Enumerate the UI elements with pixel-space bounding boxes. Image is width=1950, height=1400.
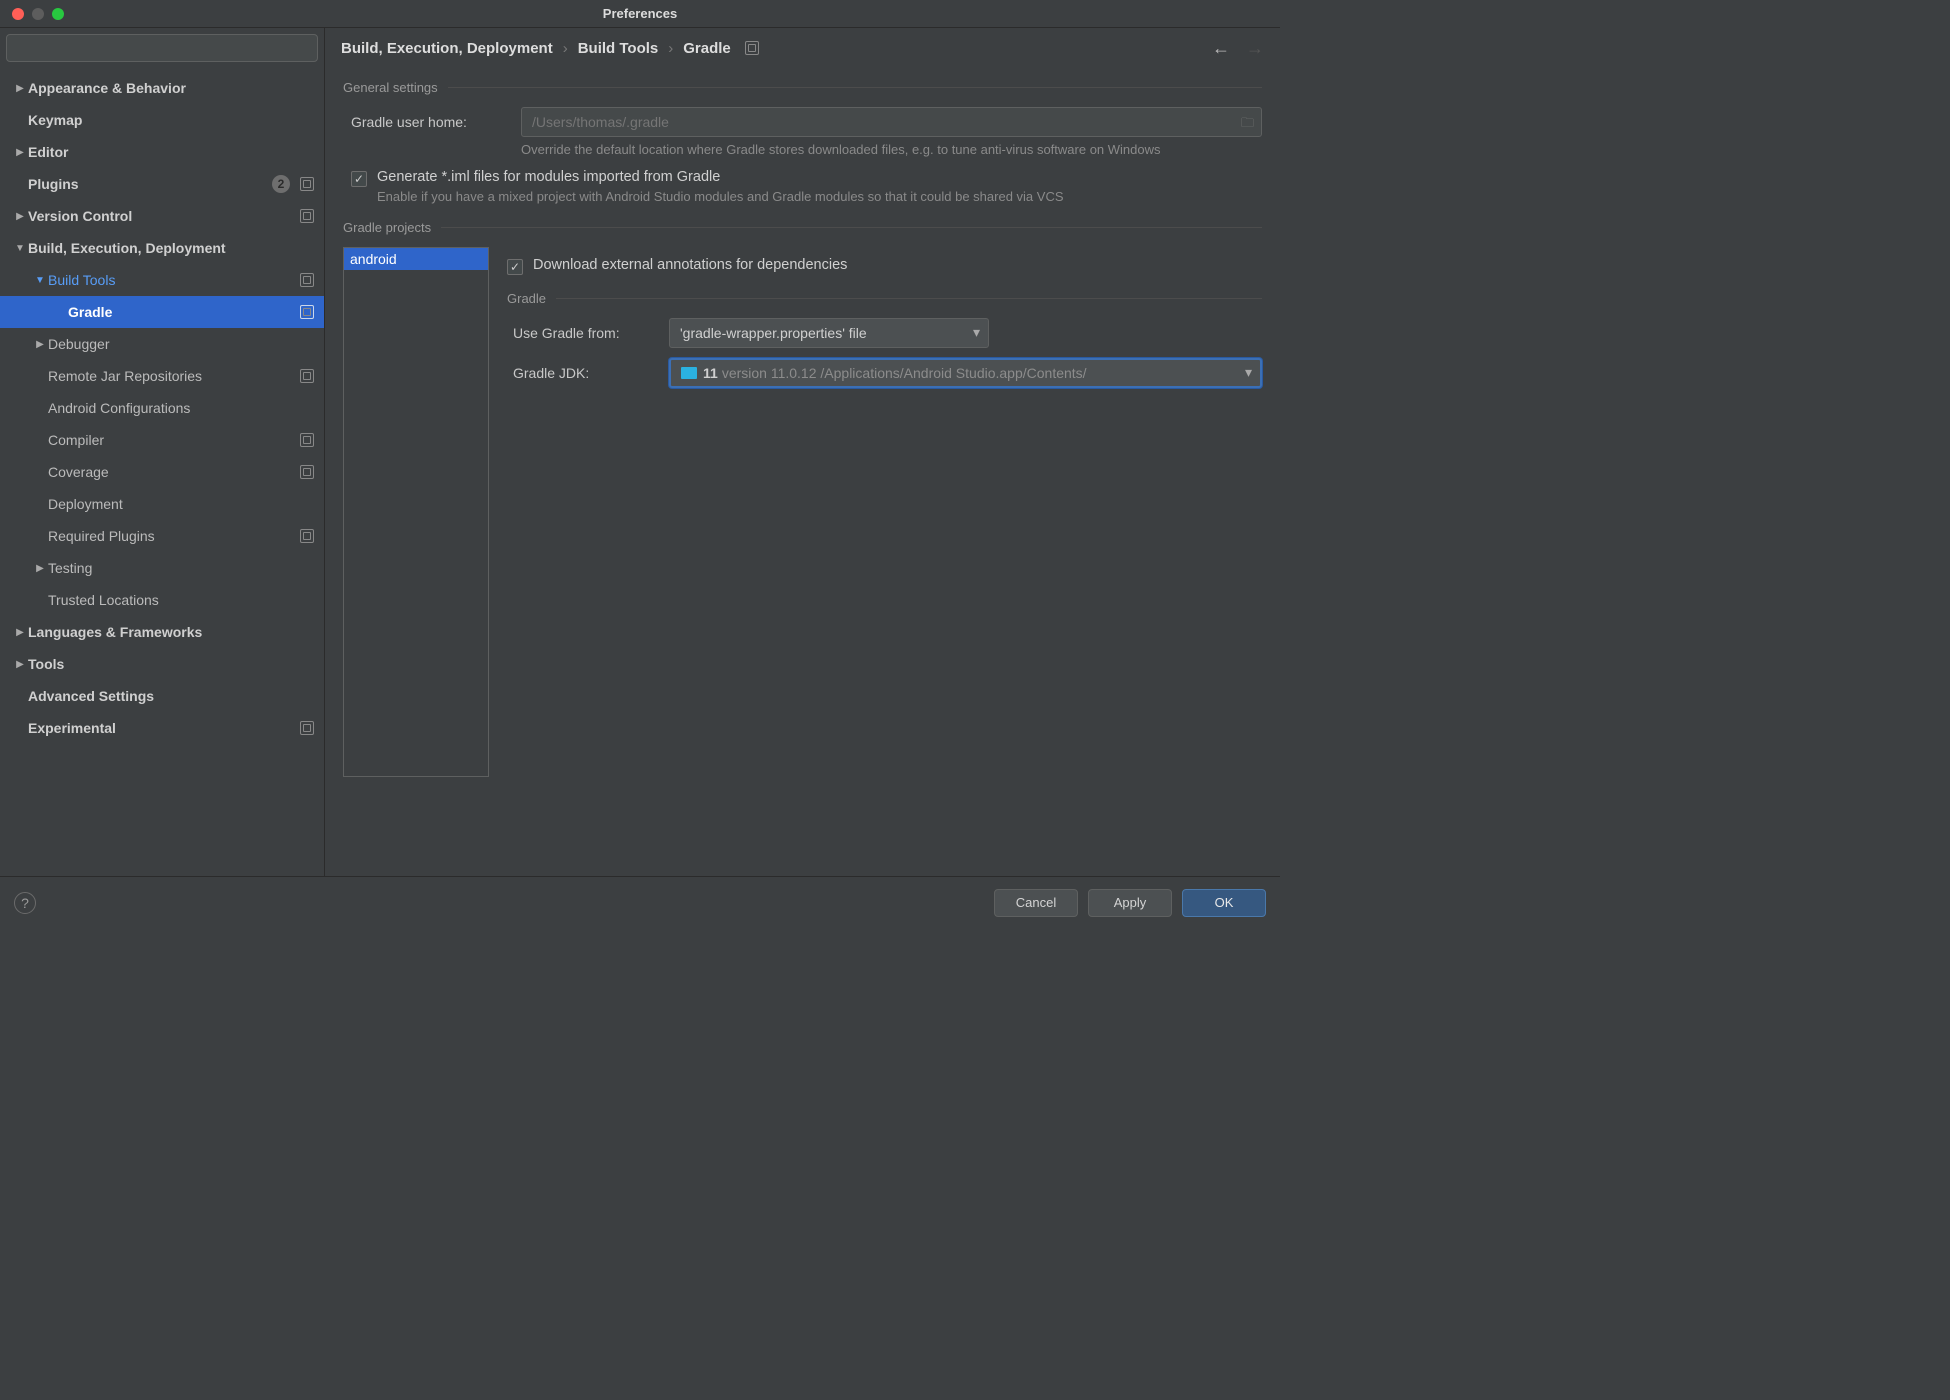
settings-tree: ▶Appearance & Behavior Keymap ▶Editor Pl… (0, 68, 324, 876)
tree-plugins[interactable]: Plugins2 (0, 168, 324, 200)
use-gradle-from-value: 'gradle-wrapper.properties' file (680, 325, 867, 341)
tree-android-configurations[interactable]: Android Configurations (0, 392, 324, 424)
apply-button[interactable]: Apply (1088, 889, 1172, 917)
general-settings-title: General settings (343, 80, 438, 95)
gradle-home-label: Gradle user home: (351, 114, 503, 130)
crumb-build-tools[interactable]: Build Tools (578, 40, 659, 57)
tree-required-plugins[interactable]: Required Plugins (0, 520, 324, 552)
main-panel: Build, Execution, Deployment › Build Too… (325, 28, 1280, 876)
chevron-right-icon: ▶ (12, 659, 28, 670)
tree-experimental[interactable]: Experimental (0, 712, 324, 744)
generate-iml-help: Enable if you have a mixed project with … (377, 189, 1262, 204)
gradle-projects-section: Gradle projects android Download externa… (343, 220, 1262, 777)
general-settings-section: General settings Gradle user home: 🗀 Ove… (343, 80, 1262, 204)
chevron-down-icon: ▾ (1245, 364, 1252, 381)
tree-bed[interactable]: ▼Build, Execution, Deployment (0, 232, 324, 264)
crumb-bed[interactable]: Build, Execution, Deployment (341, 40, 553, 57)
chevron-down-icon: ▾ (973, 324, 980, 341)
generate-iml-label: Generate *.iml files for modules importe… (377, 169, 720, 185)
settings-scope-icon (300, 305, 314, 319)
use-gradle-from-label: Use Gradle from: (513, 325, 653, 341)
settings-scope-icon (300, 721, 314, 735)
gradle-subsection-title: Gradle (507, 291, 546, 306)
settings-scope-icon (300, 209, 314, 223)
tree-build-tools[interactable]: ▼Build Tools (0, 264, 324, 296)
generate-iml-checkbox[interactable] (351, 171, 367, 187)
tree-trusted-locations[interactable]: Trusted Locations (0, 584, 324, 616)
tree-appearance[interactable]: ▶Appearance & Behavior (0, 72, 324, 104)
gradle-home-input[interactable] (521, 107, 1262, 137)
back-button[interactable]: ← (1212, 38, 1230, 59)
project-item-android[interactable]: android (344, 248, 488, 270)
project-details: Download external annotations for depend… (507, 247, 1262, 777)
forward-button: → (1246, 38, 1264, 59)
window-controls (0, 8, 64, 20)
gradle-jdk-select[interactable]: 11 version 11.0.12 /Applications/Android… (669, 358, 1262, 388)
chevron-down-icon: ▼ (32, 275, 48, 286)
jdk-path: version 11.0.12 /Applications/Android St… (722, 365, 1087, 381)
download-annotations-label: Download external annotations for depend… (533, 257, 847, 273)
chevron-right-icon: › (668, 40, 673, 57)
tree-compiler[interactable]: Compiler (0, 424, 324, 456)
search-input[interactable] (6, 34, 318, 62)
body: ⌕ ▶Appearance & Behavior Keymap ▶Editor … (0, 28, 1280, 876)
close-window-icon[interactable] (12, 8, 24, 20)
chevron-right-icon: › (563, 40, 568, 57)
chevron-right-icon: ▶ (32, 339, 48, 350)
ok-button[interactable]: OK (1182, 889, 1266, 917)
help-button[interactable]: ? (14, 892, 36, 914)
tree-advanced-settings[interactable]: Advanced Settings (0, 680, 324, 712)
settings-scope-icon (300, 273, 314, 287)
settings-scope-icon (300, 529, 314, 543)
tree-coverage[interactable]: Coverage (0, 456, 324, 488)
titlebar: Preferences (0, 0, 1280, 28)
window-title: Preferences (603, 6, 677, 21)
jdk-icon (681, 367, 697, 379)
settings-scope-icon (300, 465, 314, 479)
gradle-home-help: Override the default location where Grad… (521, 141, 1262, 159)
tree-gradle[interactable]: Gradle (0, 296, 324, 328)
gradle-jdk-label: Gradle JDK: (513, 365, 653, 381)
content: General settings Gradle user home: 🗀 Ove… (325, 68, 1280, 876)
zoom-window-icon[interactable] (52, 8, 64, 20)
chevron-right-icon: ▶ (12, 83, 28, 94)
tree-tools[interactable]: ▶Tools (0, 648, 324, 680)
tree-editor[interactable]: ▶Editor (0, 136, 324, 168)
crumb-gradle: Gradle (683, 40, 731, 57)
footer: ? Cancel Apply OK (0, 876, 1280, 928)
gradle-projects-title: Gradle projects (343, 220, 431, 235)
sidebar: ⌕ ▶Appearance & Behavior Keymap ▶Editor … (0, 28, 325, 876)
tree-languages[interactable]: ▶Languages & Frameworks (0, 616, 324, 648)
preferences-window: Preferences ⌕ ▶Appearance & Behavior Key… (0, 0, 1280, 928)
breadcrumb: Build, Execution, Deployment › Build Too… (325, 28, 1280, 68)
chevron-right-icon: ▶ (12, 627, 28, 638)
tree-debugger[interactable]: ▶Debugger (0, 328, 324, 360)
tree-testing[interactable]: ▶Testing (0, 552, 324, 584)
settings-scope-icon (300, 177, 314, 191)
project-list[interactable]: android (343, 247, 489, 777)
minimize-window-icon[interactable] (32, 8, 44, 20)
chevron-right-icon: ▶ (12, 211, 28, 222)
chevron-right-icon: ▶ (32, 563, 48, 574)
download-annotations-checkbox[interactable] (507, 259, 523, 275)
folder-icon[interactable]: 🗀 (1241, 114, 1254, 136)
jdk-version: 11 (703, 365, 718, 381)
cancel-button[interactable]: Cancel (994, 889, 1078, 917)
chevron-down-icon: ▼ (12, 243, 28, 254)
settings-scope-icon (300, 369, 314, 383)
settings-scope-icon (745, 41, 759, 55)
settings-scope-icon (300, 433, 314, 447)
tree-deployment[interactable]: Deployment (0, 488, 324, 520)
use-gradle-from-select[interactable]: 'gradle-wrapper.properties' file ▾ (669, 318, 989, 348)
tree-remote-jar[interactable]: Remote Jar Repositories (0, 360, 324, 392)
plugins-badge: 2 (272, 175, 290, 193)
tree-version-control[interactable]: ▶Version Control (0, 200, 324, 232)
chevron-right-icon: ▶ (12, 147, 28, 158)
tree-keymap[interactable]: Keymap (0, 104, 324, 136)
